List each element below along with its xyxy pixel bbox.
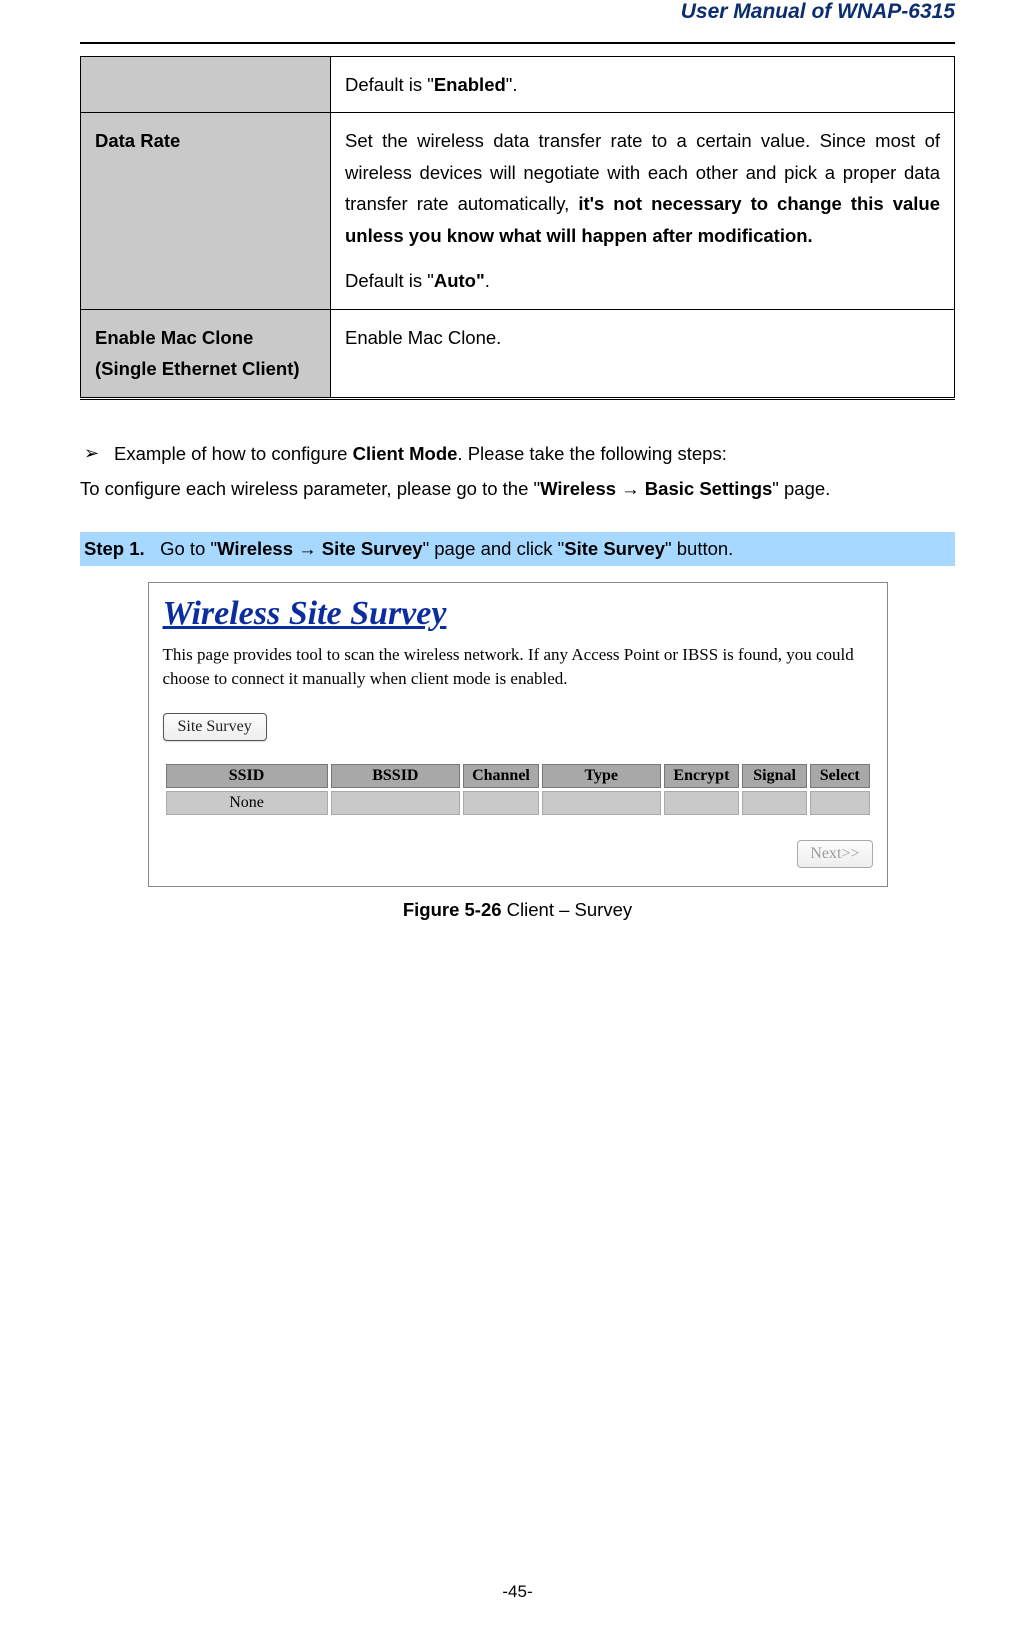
cell-bssid (331, 791, 461, 815)
col-channel: Channel (463, 764, 539, 788)
param-desc: Default is "Enabled". (331, 57, 955, 113)
bullet-icon: ➢ (80, 438, 114, 469)
text-bold: Site Survey (564, 538, 665, 559)
next-button[interactable]: Next>> (797, 840, 872, 868)
figure-caption: Figure 5-26 Client – Survey (80, 899, 955, 921)
document-header: User Manual of WNAP-6315 (80, 0, 955, 30)
col-select: Select (810, 764, 869, 788)
text: ". (506, 74, 518, 95)
figure-label: Figure 5-26 (403, 899, 502, 920)
config-text: To configure each wireless parameter, pl… (80, 473, 955, 504)
page-number: -45- (0, 1582, 1035, 1602)
figure-text: Client – Survey (502, 899, 633, 920)
site-survey-button[interactable]: Site Survey (163, 713, 267, 741)
col-type: Type (542, 764, 661, 788)
parameter-table: Default is "Enabled". Data Rate Set the … (80, 56, 955, 400)
table-row: None (166, 791, 870, 815)
table-row: Default is "Enabled". (81, 57, 955, 113)
col-encrypt: Encrypt (664, 764, 740, 788)
cell-signal (742, 791, 807, 815)
survey-results-table: SSID BSSID Channel Type Encrypt Signal S… (163, 761, 873, 818)
param-label: Data Rate (81, 113, 331, 309)
col-bssid: BSSID (331, 764, 461, 788)
param-label (81, 57, 331, 113)
cell-channel (463, 791, 539, 815)
cell-select (810, 791, 869, 815)
cell-ssid: None (166, 791, 328, 815)
text: Default is " (345, 270, 434, 291)
param-desc: Set the wireless data transfer rate to a… (331, 113, 955, 309)
table-header-row: SSID BSSID Channel Type Encrypt Signal S… (166, 764, 870, 788)
text-bold: Client Mode (353, 443, 458, 464)
table-row: Data Rate Set the wireless data transfer… (81, 113, 955, 309)
example-block: ➢ Example of how to configure Client Mod… (80, 438, 955, 505)
text-bold: Wireless → Basic Settings (540, 478, 772, 499)
table-row: Enable Mac Clone (Single Ethernet Client… (81, 309, 955, 398)
text: Example of how to configure (114, 443, 353, 464)
text: Default is " (345, 74, 434, 95)
text: " button. (665, 538, 733, 559)
text-bold: Auto" (434, 270, 485, 291)
text: . Please take the following steps: (457, 443, 726, 464)
screenshot-title: Wireless Site Survey (163, 595, 873, 633)
text: To configure each wireless parameter, pl… (80, 478, 540, 499)
text: " page. (772, 478, 830, 499)
param-label: Enable Mac Clone (Single Ethernet Client… (81, 309, 331, 398)
step-bar: Step 1. Go to "Wireless → Site Survey" p… (80, 532, 955, 566)
text-bold: Enabled (434, 74, 506, 95)
param-desc: Enable Mac Clone. (331, 309, 955, 398)
text-bold: Wireless → Site Survey (217, 538, 423, 559)
step-label: Step 1. (84, 538, 145, 559)
col-ssid: SSID (166, 764, 328, 788)
screenshot-description: This page provides tool to scan the wire… (163, 643, 873, 691)
text: " page and click " (423, 538, 565, 559)
cell-encrypt (664, 791, 740, 815)
col-signal: Signal (742, 764, 807, 788)
text: . (485, 270, 490, 291)
text: Go to " (160, 538, 217, 559)
bullet-text: Example of how to configure Client Mode.… (114, 438, 727, 469)
cell-type (542, 791, 661, 815)
header-rule (80, 42, 955, 44)
screenshot-frame: Wireless Site Survey This page provides … (148, 582, 888, 887)
